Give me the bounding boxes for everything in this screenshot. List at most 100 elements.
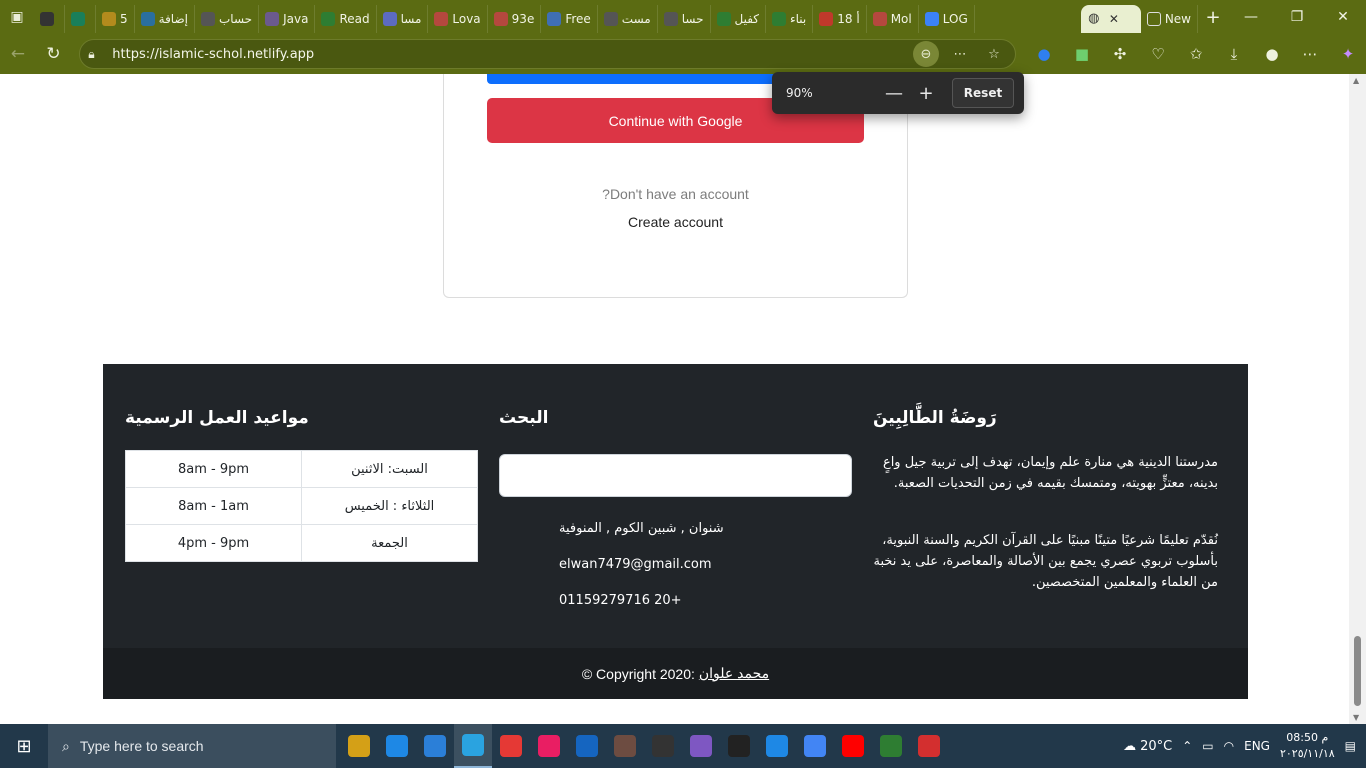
settings-more-icon[interactable]: ⋯ [1292, 36, 1328, 72]
scroll-down-icon[interactable]: ▼ [1353, 713, 1359, 722]
tab[interactable]: Mol [867, 5, 919, 33]
taskbar-app[interactable] [834, 724, 872, 768]
taskbar-app[interactable] [910, 724, 948, 768]
scroll-up-icon[interactable]: ▲ [1353, 76, 1359, 85]
copilot-icon[interactable]: ✦ [1330, 36, 1366, 72]
extension-green-icon[interactable]: ■ [1064, 36, 1100, 72]
tab[interactable]: حساب [195, 5, 260, 33]
lock-icon[interactable]: 🔒︎ [88, 47, 112, 62]
tab-label: New [1164, 12, 1191, 26]
zoom-out-button[interactable]: — [878, 83, 910, 104]
tab-label: 93e [511, 12, 535, 26]
taskbar-app[interactable] [872, 724, 910, 768]
page-scrollbar[interactable]: ▲ ▼ [1349, 74, 1366, 724]
globe-icon: ◍ [1088, 11, 1100, 26]
email-text: elwan7479@gmail.com [559, 557, 712, 572]
app-icon [766, 735, 788, 757]
scrollbar-thumb[interactable] [1354, 636, 1361, 706]
tab-new[interactable]: New [1141, 5, 1198, 33]
zoom-in-button[interactable]: + [910, 83, 942, 104]
tab[interactable]: إضافة [135, 5, 195, 33]
taskbar-app[interactable] [530, 724, 568, 768]
minimize-icon[interactable]: — [1228, 0, 1274, 34]
workspaces-icon[interactable]: ▣ [0, 0, 34, 34]
create-account-link[interactable]: Create account [487, 214, 864, 230]
favorites-icon[interactable]: ✩ [1178, 36, 1214, 72]
taskbar-app[interactable] [606, 724, 644, 768]
author-link[interactable]: محمد علوان [699, 665, 769, 682]
phone-text: +20 01159279716 [559, 593, 682, 608]
url-text[interactable]: https://islamic-schol.netlify.app [112, 47, 913, 62]
tab[interactable] [65, 5, 96, 33]
tray-chevron-icon[interactable]: ⌃ [1182, 739, 1192, 753]
clock[interactable]: 08:50 م ٢٠٢٥/١١/١٨ [1280, 730, 1335, 762]
tab-close-icon[interactable]: ✕ [1109, 12, 1119, 26]
search-input[interactable] [499, 454, 852, 497]
tab[interactable]: 5 [96, 5, 135, 33]
battery-icon[interactable]: ▭ [1202, 739, 1213, 753]
tab[interactable] [34, 5, 65, 33]
app-icon [500, 735, 522, 757]
language-indicator[interactable]: ENG [1244, 739, 1270, 753]
taskbar-app[interactable] [644, 724, 682, 768]
system-tray: ☁ 20°C ⌃ ▭ ◠ ENG 08:50 م ٢٠٢٥/١١/١٨ ▤ [1123, 730, 1366, 762]
tab[interactable]: بناء [766, 5, 814, 33]
web-page: Continue with Google ?Don't have an acco… [0, 74, 1349, 724]
more-page-icon[interactable]: ⋯ [947, 41, 973, 67]
performance-icon[interactable]: ♡ [1140, 36, 1176, 72]
tab-label: Java [283, 12, 309, 26]
tab-favicon-icon [140, 12, 155, 26]
taskbar-app[interactable] [416, 724, 454, 768]
tab[interactable]: حسا [658, 5, 711, 33]
windows-start-icon[interactable]: ⊞ [0, 724, 48, 768]
tab[interactable]: مسا [377, 5, 429, 33]
table-row: 4pm - 9pm الجمعة [125, 524, 478, 562]
day-cell: الثلاثاء : الخميس [301, 487, 478, 525]
refresh-button[interactable]: ↻ [36, 36, 72, 72]
back-button[interactable]: ← [0, 36, 36, 72]
zoom-reset-button[interactable]: Reset [952, 78, 1014, 108]
extensions-puzzle-icon[interactable]: ✣ [1102, 36, 1138, 72]
wifi-icon[interactable]: ◠ [1224, 739, 1234, 753]
weather-widget[interactable]: ☁ 20°C [1123, 739, 1172, 754]
app-icon [348, 735, 370, 757]
taskbar-app[interactable] [796, 724, 834, 768]
tab[interactable]: 18 أ [813, 5, 867, 33]
notifications-icon[interactable]: ▤ [1345, 739, 1356, 753]
profile-avatar[interactable]: ● [1254, 36, 1290, 72]
tab[interactable]: مست [598, 5, 658, 33]
tab[interactable]: 93e [488, 5, 542, 33]
taskbar-app[interactable] [568, 724, 606, 768]
tab[interactable]: LOG [919, 5, 975, 33]
taskbar-app[interactable] [378, 724, 416, 768]
tab-active[interactable]: ◍ ✕ [1080, 5, 1141, 33]
taskbar-search[interactable]: ⌕ Type here to search [48, 724, 336, 768]
extension-blue-dot-icon[interactable]: ● [1026, 36, 1062, 72]
tab[interactable]: Read [315, 5, 377, 33]
taskbar-app[interactable] [758, 724, 796, 768]
taskbar-app[interactable] [720, 724, 758, 768]
taskbar-app[interactable] [492, 724, 530, 768]
zoom-icon[interactable]: ⊖ [913, 41, 939, 67]
tab[interactable]: Lova [428, 5, 488, 33]
favorite-star-icon[interactable]: ☆ [981, 41, 1007, 67]
tab-label: كفيل [734, 12, 760, 26]
tab-favicon-icon [663, 12, 678, 26]
cloud-icon: ☁ [1123, 738, 1137, 754]
downloads-icon[interactable]: ⤓ [1216, 36, 1252, 72]
tab[interactable]: Java [259, 5, 316, 33]
copyright-text: © Copyright 2020: [581, 665, 695, 682]
close-window-icon[interactable]: ✕ [1320, 0, 1366, 34]
zoom-popup: 90% — + Reset [772, 72, 1024, 114]
new-tab-button[interactable]: + [1198, 7, 1228, 28]
temperature: 20°C [1140, 738, 1173, 754]
tab[interactable]: كفيل [711, 5, 766, 33]
tab-label: 5 [120, 12, 128, 26]
taskbar-app[interactable] [340, 724, 378, 768]
restore-icon[interactable]: ❐ [1274, 0, 1320, 34]
tab-label: بناء [790, 12, 807, 26]
address-bar[interactable]: 🔒︎ https://islamic-schol.netlify.app ⊖ ⋯… [79, 39, 1016, 69]
taskbar-app[interactable] [682, 724, 720, 768]
taskbar-app[interactable] [454, 724, 492, 768]
tab[interactable]: Free [541, 5, 598, 33]
